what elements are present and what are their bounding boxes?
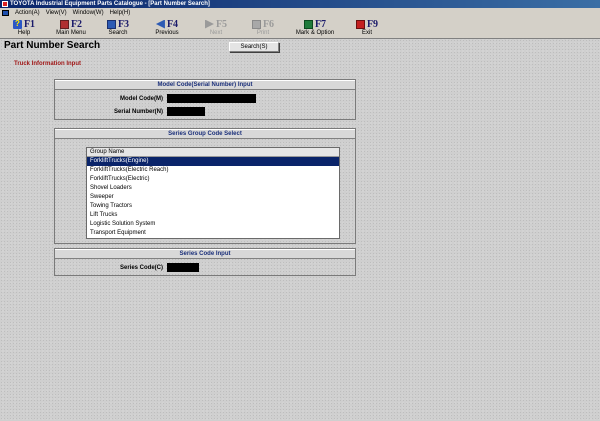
f5-key-label: F5 [215, 18, 228, 30]
document-window-icon[interactable] [2, 9, 9, 16]
main-content: Part Number Search Search(S) Truck Infor… [0, 39, 600, 421]
print-icon [251, 19, 261, 29]
f4-previous-button[interactable]: F4 Previous [142, 17, 192, 39]
window-title: TOYOTA Industrial Equipment Parts Catalo… [10, 1, 210, 7]
f4-label: Previous [155, 30, 179, 36]
menu-help[interactable]: Help(H) [110, 10, 131, 16]
menu-action[interactable]: Action(A) [15, 10, 40, 16]
model-code-group-header: Model Code(Serial Number) Input [55, 80, 355, 90]
list-item[interactable]: Towing Tractors [87, 202, 339, 211]
window-title-bar: TOYOTA Industrial Equipment Parts Catalo… [0, 0, 600, 8]
next-icon [204, 19, 214, 29]
app-icon [2, 1, 8, 7]
f7-key-label: F7 [314, 18, 327, 30]
list-item[interactable]: Sweeper [87, 193, 339, 202]
mark-option-icon [303, 19, 313, 29]
f9-exit-button[interactable]: F9 Exit [344, 17, 390, 39]
menu-view[interactable]: View(V) [46, 10, 67, 16]
series-code-group: Series Code Input Series Code(C) [54, 248, 356, 276]
f5-next-button[interactable]: F5 Next [193, 17, 239, 39]
list-item[interactable]: ForkliftTrucks(Engine) [87, 157, 339, 166]
series-code-label: Series Code(C) [119, 264, 163, 271]
search-icon [106, 19, 116, 29]
f3-search-button[interactable]: F3 Search [95, 17, 141, 39]
list-item[interactable]: Logistic Solution System [87, 220, 339, 229]
model-code-group: Model Code(Serial Number) Input Model Co… [54, 79, 356, 120]
f2-label: Main Menu [56, 30, 86, 36]
model-code-label: Model Code(M) [120, 95, 163, 102]
series-group-header: Series Group Code Select [55, 129, 355, 139]
truck-info-label: Truck Information Input [14, 61, 81, 67]
menu-bar: Action(A) View(V) Window(W) Help(H) [0, 8, 600, 17]
f7-label: Mark & Option [295, 30, 335, 36]
series-group-select: Series Group Code Select Group Name Fork… [54, 128, 356, 244]
previous-icon [155, 19, 165, 29]
main-menu-icon [59, 19, 69, 29]
f7-mark-option-button[interactable]: F7 Mark & Option [287, 17, 343, 39]
help-icon [12, 19, 22, 29]
list-item[interactable]: ForkliftTrucks(Electric Reach) [87, 166, 339, 175]
series-code-input[interactable] [167, 263, 199, 272]
serial-number-label: Serial Number(N) [113, 108, 163, 115]
exit-icon [355, 19, 365, 29]
list-item[interactable]: Lift Trucks [87, 211, 339, 220]
f2-key-label: F2 [70, 18, 83, 30]
group-name-list[interactable]: Group Name ForkliftTrucks(Engine) Forkli… [86, 147, 340, 239]
list-item[interactable]: Transport Equipment [87, 229, 339, 238]
f9-label: Exit [361, 30, 372, 36]
list-item[interactable]: ForkliftTrucks(Electric) [87, 175, 339, 184]
series-code-group-header: Series Code Input [55, 249, 355, 259]
f1-key-label: F1 [23, 18, 36, 30]
page-title: Part Number Search [4, 40, 101, 51]
f9-key-label: F9 [366, 18, 379, 30]
f1-label: Help [17, 30, 31, 36]
f6-print-button[interactable]: F6 Print [240, 17, 286, 39]
menu-window[interactable]: Window(W) [73, 10, 104, 16]
f4-key-label: F4 [166, 18, 179, 30]
search-button[interactable]: Search(S) [229, 42, 279, 52]
f3-label: Search [108, 30, 128, 36]
f1-help-button[interactable]: F1 Help [1, 17, 47, 39]
f6-key-label: F6 [262, 18, 275, 30]
model-code-input[interactable] [167, 94, 256, 103]
f5-label: Next [209, 30, 223, 36]
serial-number-input[interactable] [167, 107, 205, 116]
f2-main-menu-button[interactable]: F2 Main Menu [48, 17, 94, 39]
f6-label: Print [256, 30, 270, 36]
group-name-column-header[interactable]: Group Name [87, 148, 339, 157]
function-toolbar: F1 Help F2 Main Menu F3 Search F4 Previo… [0, 17, 600, 39]
list-item[interactable]: Shovel Loaders [87, 184, 339, 193]
f3-key-label: F3 [117, 18, 130, 30]
